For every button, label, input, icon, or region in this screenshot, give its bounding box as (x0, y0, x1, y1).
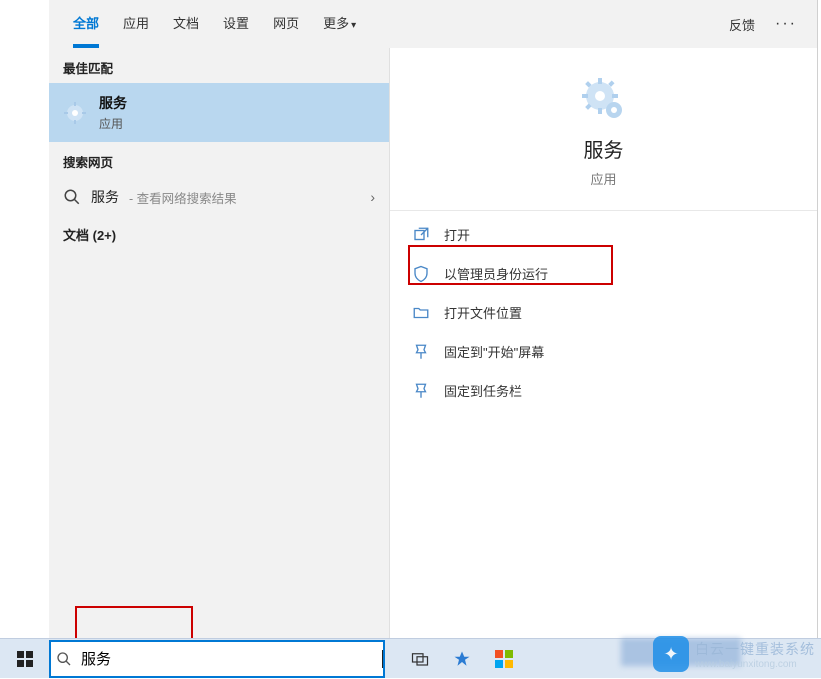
action-pin-taskbar[interactable]: 固定到任务栏 (390, 371, 817, 410)
watermark-logo-icon: ✦ (653, 636, 689, 672)
pin-taskbar-icon (412, 382, 430, 400)
taskbar-app-2-icon[interactable] (483, 639, 525, 679)
action-open[interactable]: 打开 (390, 215, 817, 254)
text-caret (382, 650, 383, 668)
shield-admin-icon (412, 265, 430, 283)
action-list: 打开 以管理员身份运行 打开文件位置 固定到"开始"屏幕 固定到任务栏 (390, 210, 817, 414)
filter-tabs: 全部 应用 文档 设置 网页 更多▾ 反馈 ··· (49, 0, 817, 48)
web-search-row[interactable]: 服务 - 查看网络搜索结果 › (49, 177, 389, 217)
search-icon (63, 188, 81, 206)
search-web-header: 搜索网页 (49, 142, 389, 177)
tab-settings[interactable]: 设置 (211, 0, 261, 48)
feedback-link[interactable]: 反馈 (717, 15, 767, 34)
best-match-header: 最佳匹配 (49, 48, 389, 83)
action-pin-start-label: 固定到"开始"屏幕 (444, 342, 544, 361)
results-list: 最佳匹配 服务 应用 搜索网页 服务 - 查看网络搜索结果 › 文档 (2+) (49, 48, 389, 640)
best-match-item[interactable]: 服务 应用 (49, 83, 389, 142)
chevron-right-icon: › (370, 189, 375, 205)
more-options-icon[interactable]: ··· (767, 15, 805, 33)
search-results-panel: 全部 应用 文档 设置 网页 更多▾ 反馈 ··· 最佳匹配 服务 应用 搜索网… (49, 0, 818, 640)
search-input[interactable] (77, 650, 384, 667)
action-run-admin-label: 以管理员身份运行 (444, 264, 548, 283)
best-match-subtitle: 应用 (99, 115, 127, 132)
tab-web[interactable]: 网页 (261, 0, 311, 48)
details-pane: 服务 应用 打开 以管理员身份运行 打开文件位置 固定到"开始 (389, 48, 817, 640)
web-query-text: 服务 (91, 187, 119, 207)
watermark-line1: 白云一键重装系统 (695, 639, 815, 659)
tab-more[interactable]: 更多▾ (311, 0, 368, 48)
documents-header[interactable]: 文档 (2+) (49, 217, 389, 252)
search-icon (51, 651, 77, 667)
detail-subtitle: 应用 (390, 169, 817, 188)
tab-apps[interactable]: 应用 (111, 0, 161, 48)
tab-all[interactable]: 全部 (61, 0, 111, 48)
task-view-icon[interactable] (399, 639, 441, 679)
action-pin-start[interactable]: 固定到"开始"屏幕 (390, 332, 817, 371)
action-pin-taskbar-label: 固定到任务栏 (444, 381, 522, 400)
services-gear-icon (63, 101, 87, 125)
web-hint-text: - 查看网络搜索结果 (129, 188, 237, 207)
best-match-title: 服务 (99, 93, 127, 113)
open-icon (412, 226, 430, 244)
windows-logo-icon (17, 651, 33, 667)
start-button[interactable] (0, 639, 49, 679)
taskbar-search-box[interactable] (49, 640, 385, 678)
pin-start-icon (412, 343, 430, 361)
folder-location-icon (412, 304, 430, 322)
detail-title: 服务 (390, 134, 817, 163)
chevron-down-icon: ▾ (351, 20, 356, 31)
watermark-line2: www.baiyunxitong.com (695, 659, 815, 670)
action-open-label: 打开 (444, 225, 470, 244)
app-large-gear-icon (580, 76, 628, 124)
watermark: ✦ 白云一键重装系统 www.baiyunxitong.com (653, 636, 815, 672)
action-run-admin[interactable]: 以管理员身份运行 (390, 254, 817, 293)
action-open-location[interactable]: 打开文件位置 (390, 293, 817, 332)
action-open-location-label: 打开文件位置 (444, 303, 522, 322)
tab-documents[interactable]: 文档 (161, 0, 211, 48)
taskbar-app-1-icon[interactable] (441, 639, 483, 679)
